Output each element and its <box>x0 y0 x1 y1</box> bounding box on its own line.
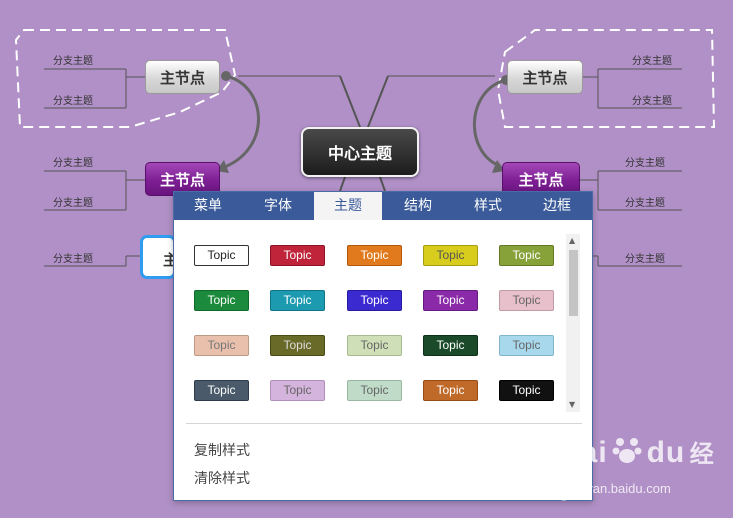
branch-topic[interactable]: 分支主题 <box>53 194 93 209</box>
branch-topic[interactable]: 分支主题 <box>53 154 93 169</box>
baidu-watermark: Bai du 经验 jingyan.baidu.com <box>558 434 733 505</box>
tab-style[interactable]: 样式 <box>454 192 522 220</box>
tab-font[interactable]: 字体 <box>242 192 314 220</box>
clear-style-button[interactable]: 清除样式 <box>194 468 250 488</box>
theme-topic-swatch[interactable]: Topic <box>270 335 325 356</box>
theme-topic-swatch[interactable]: Topic <box>499 290 554 311</box>
watermark-text-2: du <box>646 436 686 469</box>
theme-topic-swatch[interactable]: Topic <box>194 335 249 356</box>
branch-topic[interactable]: 分支主题 <box>625 154 665 169</box>
center-topic[interactable]: 中心主题 <box>301 127 419 177</box>
theme-topic-swatch[interactable]: Topic <box>499 335 554 356</box>
theme-topic-swatch[interactable]: Topic <box>194 380 249 401</box>
branch-topic[interactable]: 分支主题 <box>625 194 665 209</box>
theme-grid: Topic Topic Topic Topic Topic Topic Topic Topic… <box>174 220 592 412</box>
theme-topic-swatch[interactable]: Topic <box>423 335 478 356</box>
branch-topic[interactable]: 分支主题 <box>53 250 93 265</box>
theme-scrollbar[interactable]: ▲ ▼ <box>566 234 580 412</box>
theme-topic-swatch[interactable]: Topic <box>347 245 402 266</box>
theme-topic-swatch[interactable]: Topic <box>270 245 325 266</box>
branch-topic[interactable]: 分支主题 <box>632 52 672 67</box>
theme-topic-swatch[interactable]: Topic <box>423 290 478 311</box>
scroll-down-arrow-icon[interactable]: ▼ <box>569 400 575 409</box>
panel-tabs: 菜单 字体 主题 结构 样式 边框 <box>174 192 592 220</box>
theme-topic-swatch[interactable]: Topic <box>194 245 249 266</box>
divider <box>186 423 582 424</box>
theme-topic-swatch[interactable]: Topic <box>194 290 249 311</box>
theme-topic-swatch[interactable]: Topic <box>270 380 325 401</box>
theme-topic-swatch[interactable]: Topic <box>347 380 402 401</box>
tab-theme[interactable]: 主题 <box>314 192 382 220</box>
main-node-top-right[interactable]: 主节点 <box>507 60 583 94</box>
theme-topic-swatch[interactable]: Topic <box>423 245 478 266</box>
branch-topic[interactable]: 分支主题 <box>53 92 93 107</box>
scroll-up-arrow-icon[interactable]: ▲ <box>569 236 575 245</box>
copy-style-button[interactable]: 复制样式 <box>194 440 250 460</box>
theme-topic-swatch[interactable]: Topic <box>347 290 402 311</box>
theme-topic-swatch[interactable]: Topic <box>499 380 554 401</box>
watermark-text: Bai <box>558 436 608 469</box>
theme-topic-swatch[interactable]: Topic <box>423 380 478 401</box>
tab-structure[interactable]: 结构 <box>382 192 454 220</box>
paw-icon <box>612 438 642 463</box>
style-panel: 菜单 字体 主题 结构 样式 边框 Topic Topic Topic Topic To… <box>173 191 593 501</box>
theme-topic-swatch[interactable]: Topic <box>347 335 402 356</box>
main-node-top-left[interactable]: 主节点 <box>145 60 220 94</box>
tab-border[interactable]: 边框 <box>522 192 592 220</box>
theme-topic-swatch[interactable]: Topic <box>270 290 325 311</box>
theme-topic-swatch[interactable]: Topic <box>499 245 554 266</box>
branch-topic[interactable]: 分支主题 <box>632 92 672 107</box>
watermark-url: jingyan.baidu.com <box>566 481 671 496</box>
branch-topic[interactable]: 分支主题 <box>53 52 93 67</box>
tab-menu[interactable]: 菜单 <box>174 192 242 220</box>
selected-main-node[interactable]: 主 <box>140 235 178 279</box>
scroll-thumb[interactable] <box>569 250 578 316</box>
branch-topic[interactable]: 分支主题 <box>625 250 665 265</box>
